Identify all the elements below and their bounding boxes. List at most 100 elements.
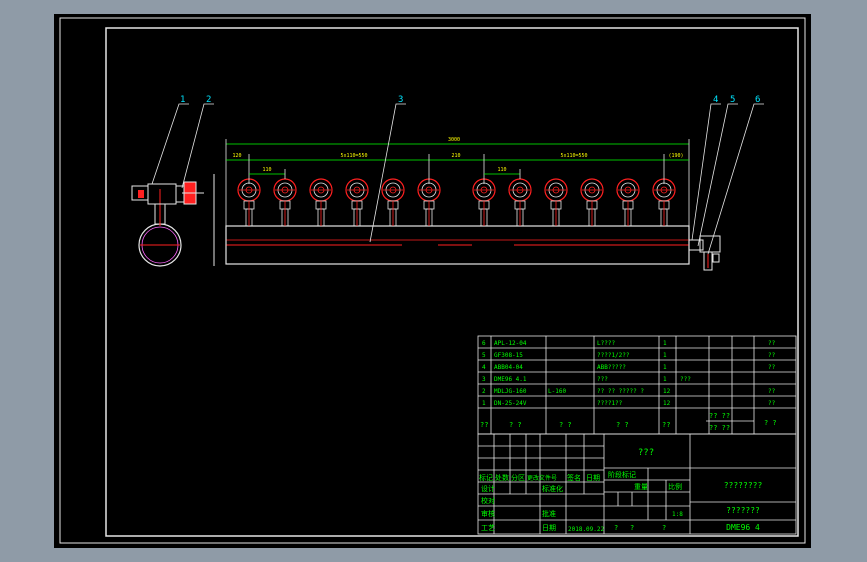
mid-label-standard: 标准化: [542, 484, 563, 493]
rev-label-date: 日期: [586, 474, 600, 482]
bom-row: 2 MDLJG-160 L-160 ?? ?? ????? ? 12??: [482, 388, 776, 395]
bom-cell-code: MDLJG-160: [494, 388, 527, 395]
stage-label-scale: 比例: [668, 482, 682, 491]
bom-cell-note: ??: [768, 352, 776, 359]
bom-table: [477, 335, 797, 435]
valve-assembly: [345, 178, 369, 227]
mid-label-date: 日期: [542, 524, 556, 532]
sheet-a: ?: [614, 524, 618, 532]
bom-header-no: ??: [480, 421, 488, 429]
left-label-review: 审核: [481, 509, 495, 518]
company-name: ???: [638, 448, 654, 458]
bom-cell-qty: 12: [663, 400, 671, 407]
balloon-3: 3: [398, 95, 403, 105]
valve-assembly: [508, 178, 532, 227]
scale-value: 1:8: [672, 511, 683, 518]
bom-cell-name: ABB?????: [597, 364, 626, 371]
bom-cell-qty: 1: [663, 364, 667, 371]
valve-assembly: [472, 178, 496, 227]
bom-row: 6 APL-12-04 L???? 1??: [482, 340, 776, 347]
left-label-design: 设计: [481, 484, 495, 493]
bom-cell-no: 1: [482, 400, 486, 407]
dim-right-group: 5x110=550: [560, 153, 587, 159]
bom-row: 5 GF308-15 ????1/2?? 1??: [482, 352, 776, 359]
drawing-name: ????????: [724, 481, 763, 490]
balloon-5: 5: [730, 95, 735, 105]
left-label-process: 工艺: [481, 524, 495, 532]
date-value: 2018.09.22: [568, 526, 605, 533]
dim-left-end: 120: [232, 153, 241, 159]
valve-assembly: [381, 178, 405, 227]
balloon-6: 6: [755, 95, 760, 105]
bom-cell-note: ??: [768, 364, 776, 371]
dimension-labels: 3000 120 110 5x110=550 210 110 5x110=550…: [232, 137, 683, 173]
drawing-code: ???????: [726, 506, 760, 515]
dim-left-pitch: 110: [262, 167, 271, 173]
bom-cell-name: L????: [597, 340, 615, 347]
bom-cell-code: ABB04-04: [494, 364, 523, 371]
bom-cell-no: 4: [482, 364, 486, 371]
valve-assembly: [580, 178, 604, 227]
bom-header-spec: ? ?: [559, 421, 572, 429]
rev-label-docno: 更改文件号: [527, 474, 557, 482]
bom-cell-note: ??: [768, 400, 776, 407]
title-block-labels: 标记 处数 分区 更改文件号 签名 日期 设计 校对 审核 工艺 标准化 批准 …: [479, 470, 682, 532]
rev-label-mark: 标记: [479, 473, 493, 482]
valve-assembly: [652, 178, 676, 227]
bom-cell-code: DN-25-24V: [494, 400, 527, 407]
balloon-2: 2: [206, 95, 211, 105]
bom-header-note: ? ?: [764, 419, 777, 427]
bom-row: 4 ABB04-04 ABB????? 1??: [482, 364, 776, 371]
bom-header-weight-bottom: ?? ??: [709, 424, 730, 432]
mid-label-approve: 批准: [542, 509, 556, 518]
valve-assembly: [309, 178, 333, 227]
bom-row: 1 DN-25-24V ????1?? 12??: [482, 400, 776, 407]
bom-cell-code: APL-12-04: [494, 340, 527, 347]
cad-drawing: 3000 120 110 5x110=550 210 110 5x110=550…: [59, 17, 806, 544]
stage-label-mark: 阶段标记: [608, 470, 636, 479]
bom-header-code: ? ?: [509, 421, 522, 429]
bom-cell-name: ?? ?? ????? ?: [597, 388, 644, 395]
bom-cell-no: 3: [482, 376, 486, 383]
bom-cell-code: GF308-15: [494, 352, 523, 359]
dim-middle-gap: 210: [451, 153, 460, 159]
bom-cell-qty: 12: [663, 388, 671, 395]
valve-assembly: [616, 178, 640, 227]
bom-cell-qty: 1: [663, 376, 667, 383]
drawing-number: DME96 4: [726, 523, 760, 532]
rev-label-count: 处数: [495, 473, 509, 482]
bom-cell-material: ???: [680, 376, 691, 383]
dim-right-pitch: 110: [497, 167, 506, 173]
bom-cell-no: 5: [482, 352, 486, 359]
end-fitting: [688, 235, 721, 271]
dim-left-group: 5x110=550: [340, 153, 367, 159]
bom-cell-code: DME96 4.1: [494, 376, 527, 383]
left-label-check: 校对: [481, 496, 495, 505]
bom-cell-qty: 1: [663, 340, 667, 347]
rev-label-zone: 分区: [511, 473, 525, 482]
balloon-1: 1: [180, 95, 185, 105]
valve-body: [147, 183, 177, 205]
bom-cell-note: ??: [768, 340, 776, 347]
balloon-4: 4: [713, 95, 718, 105]
bom-cell-spec: L-160: [548, 388, 566, 395]
bom-header-weight-top: ?? ??: [709, 412, 730, 420]
valve-assembly: [273, 178, 297, 227]
rev-label-sign: 签名: [567, 473, 581, 482]
valve-array: [237, 178, 676, 227]
bom-row: 3 DME96 4.1??? 1???: [482, 376, 691, 383]
dim-overall: 3000: [448, 137, 460, 143]
bom-cell-no: 2: [482, 388, 486, 395]
sheet-c: ?: [662, 524, 666, 532]
bom-header-qty: ??: [662, 421, 670, 429]
outer-border: [59, 17, 806, 544]
sheet-b: ?: [630, 524, 634, 532]
drawing-sheet: 3000 120 110 5x110=550 210 110 5x110=550…: [54, 14, 811, 548]
bom-cell-qty: 1: [663, 352, 667, 359]
bom-cell-no: 6: [482, 340, 486, 347]
balloon-numbers: 1 2 3 4 5 6: [180, 95, 760, 105]
leaders: [151, 103, 764, 255]
stage-label-weight: 重量: [634, 483, 648, 491]
bom-cell-name: ???: [597, 376, 608, 383]
main-pipe: [225, 225, 690, 265]
